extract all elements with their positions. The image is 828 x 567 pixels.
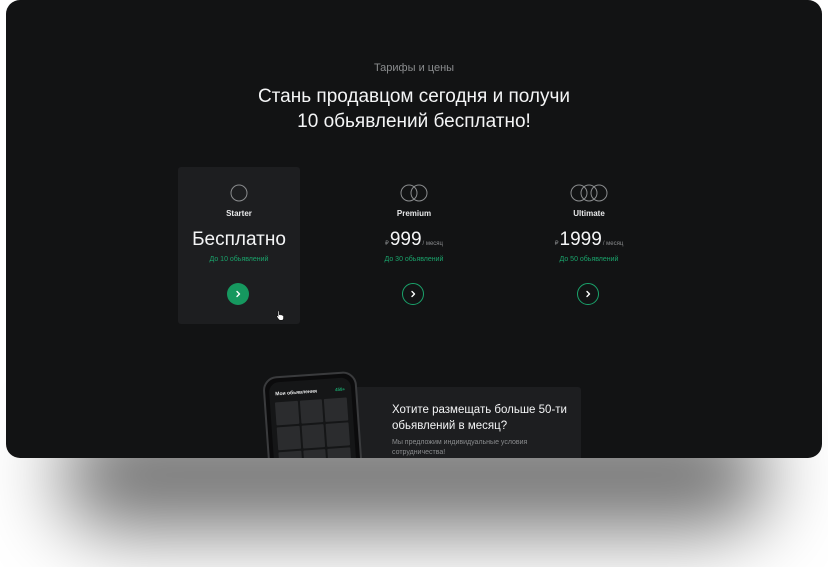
custom-offer-text: Мы предложим индивидуальные условия сотр… <box>392 439 528 456</box>
plan-card-ultimate[interactable]: Ultimate ₽1999/ месяц До 50 обьявлений <box>528 167 650 324</box>
chevron-right-icon <box>411 290 416 298</box>
select-ultimate-button[interactable] <box>577 283 599 305</box>
price-value: 1999 <box>559 229 602 250</box>
listing-tile <box>325 422 351 447</box>
chevron-right-icon <box>586 290 591 298</box>
one-ring-icon <box>178 183 300 203</box>
plan-name: Premium <box>396 209 432 218</box>
plan-card-starter[interactable]: Starter Бесплатно До 10 обьявлений <box>178 167 300 324</box>
three-rings-icon <box>528 183 650 203</box>
listing-tile <box>276 425 301 451</box>
plan-limit: До 10 обьявлений <box>209 256 269 263</box>
phone-screen-badge: 458+ <box>334 386 346 393</box>
listing-tile <box>274 400 300 426</box>
listing-tile <box>301 424 326 449</box>
select-premium-button[interactable] <box>402 283 424 305</box>
section-headline: Стань продавцом сегодня и получи 10 обья… <box>6 84 822 134</box>
price-period: / месяц <box>422 241 443 247</box>
section-eyebrow: Тарифы и цены <box>373 62 455 74</box>
phone-screen: Мои обьявления 458+ <box>268 377 363 458</box>
plan-card-premium[interactable]: Premium ₽999/ месяц До 30 обьявлений <box>353 167 475 324</box>
chevron-right-icon <box>236 290 241 298</box>
listing-tile <box>324 397 349 422</box>
two-rings-icon <box>353 183 475 203</box>
phone-screen-title: Мои обьявления <box>275 388 318 398</box>
select-starter-button[interactable] <box>227 283 249 305</box>
listing-tile <box>299 399 324 424</box>
hand-cursor-icon <box>276 308 285 326</box>
custom-offer-card: Хотите размещать больше 50-ти обьявлений… <box>324 387 581 458</box>
plan-limit: До 50 обьявлений <box>559 256 619 263</box>
phone-mockup: Мои обьявления 458+ <box>262 370 369 458</box>
custom-offer-title: Хотите размещать больше 50-ти обьявлений… <box>392 404 567 432</box>
price-period: / месяц <box>602 241 624 247</box>
pricing-section: Тарифы и цены Стань продавцом сегодня и … <box>6 0 822 458</box>
listing-tile <box>327 447 352 458</box>
price-value: 999 <box>389 229 422 250</box>
plan-price: ₽999/ месяц <box>353 229 475 251</box>
headline-line-1: Стань продавцом сегодня и получи <box>257 86 571 107</box>
plan-price: Бесплатно <box>192 229 286 250</box>
plan-name: Starter <box>226 209 252 218</box>
price-currency: ₽ <box>554 241 559 247</box>
plan-name: Ultimate <box>573 209 605 218</box>
phone-listing-grid <box>274 397 352 458</box>
price-currency: ₽ <box>384 241 389 247</box>
listing-tile <box>278 450 303 458</box>
headline-line-2: 10 обьявлений бесплатно! <box>297 111 531 132</box>
plan-price: ₽1999/ месяц <box>528 229 650 251</box>
plan-limit: До 30 обьявлений <box>384 256 444 263</box>
listing-tile <box>302 449 328 458</box>
